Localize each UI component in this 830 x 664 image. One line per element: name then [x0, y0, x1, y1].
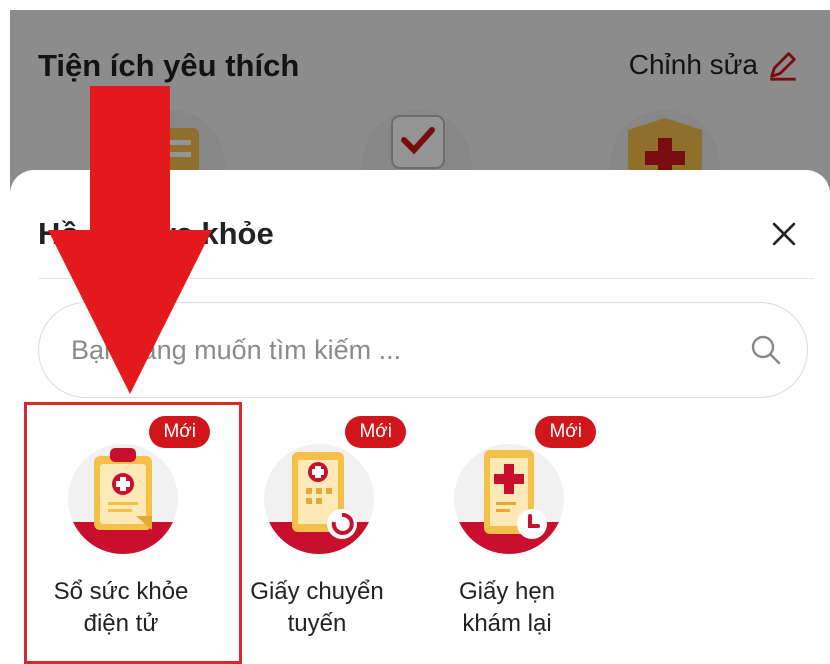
feature-health-record[interactable]: Mới Sổ sức khỏe điện tử — [26, 400, 216, 664]
health-record-clipboard-icon — [68, 444, 178, 554]
feature-label: Giấy hẹn khám lại — [458, 578, 556, 637]
feature-referral-paper[interactable]: Mới Giấy chuyển tuyến — [222, 400, 412, 664]
pencil-icon — [770, 52, 796, 81]
search-bar[interactable] — [38, 302, 808, 398]
search-input[interactable] — [71, 334, 749, 366]
referral-paper-icon — [264, 444, 374, 554]
edit-label: Chỉnh sửa — [628, 49, 758, 80]
feature-label: Giấy chuyển tuyến — [250, 578, 384, 637]
close-icon — [772, 222, 796, 246]
close-button[interactable] — [764, 214, 804, 254]
appointment-paper-icon — [454, 444, 564, 554]
health-record-sheet: Hồ sơ sức khỏe Mới — [10, 170, 830, 664]
divider — [38, 278, 814, 279]
search-icon[interactable] — [749, 333, 783, 367]
favorites-title: Tiện ích yêu thích — [38, 48, 300, 83]
feature-appointment-paper[interactable]: Mới Giấy hẹn khám lại — [412, 400, 602, 664]
edit-favorites-button[interactable]: Chỉnh sửa — [629, 48, 800, 82]
feature-label: Sổ sức khỏe điện tử — [53, 578, 189, 637]
sheet-title: Hồ sơ sức khỏe — [38, 216, 274, 251]
